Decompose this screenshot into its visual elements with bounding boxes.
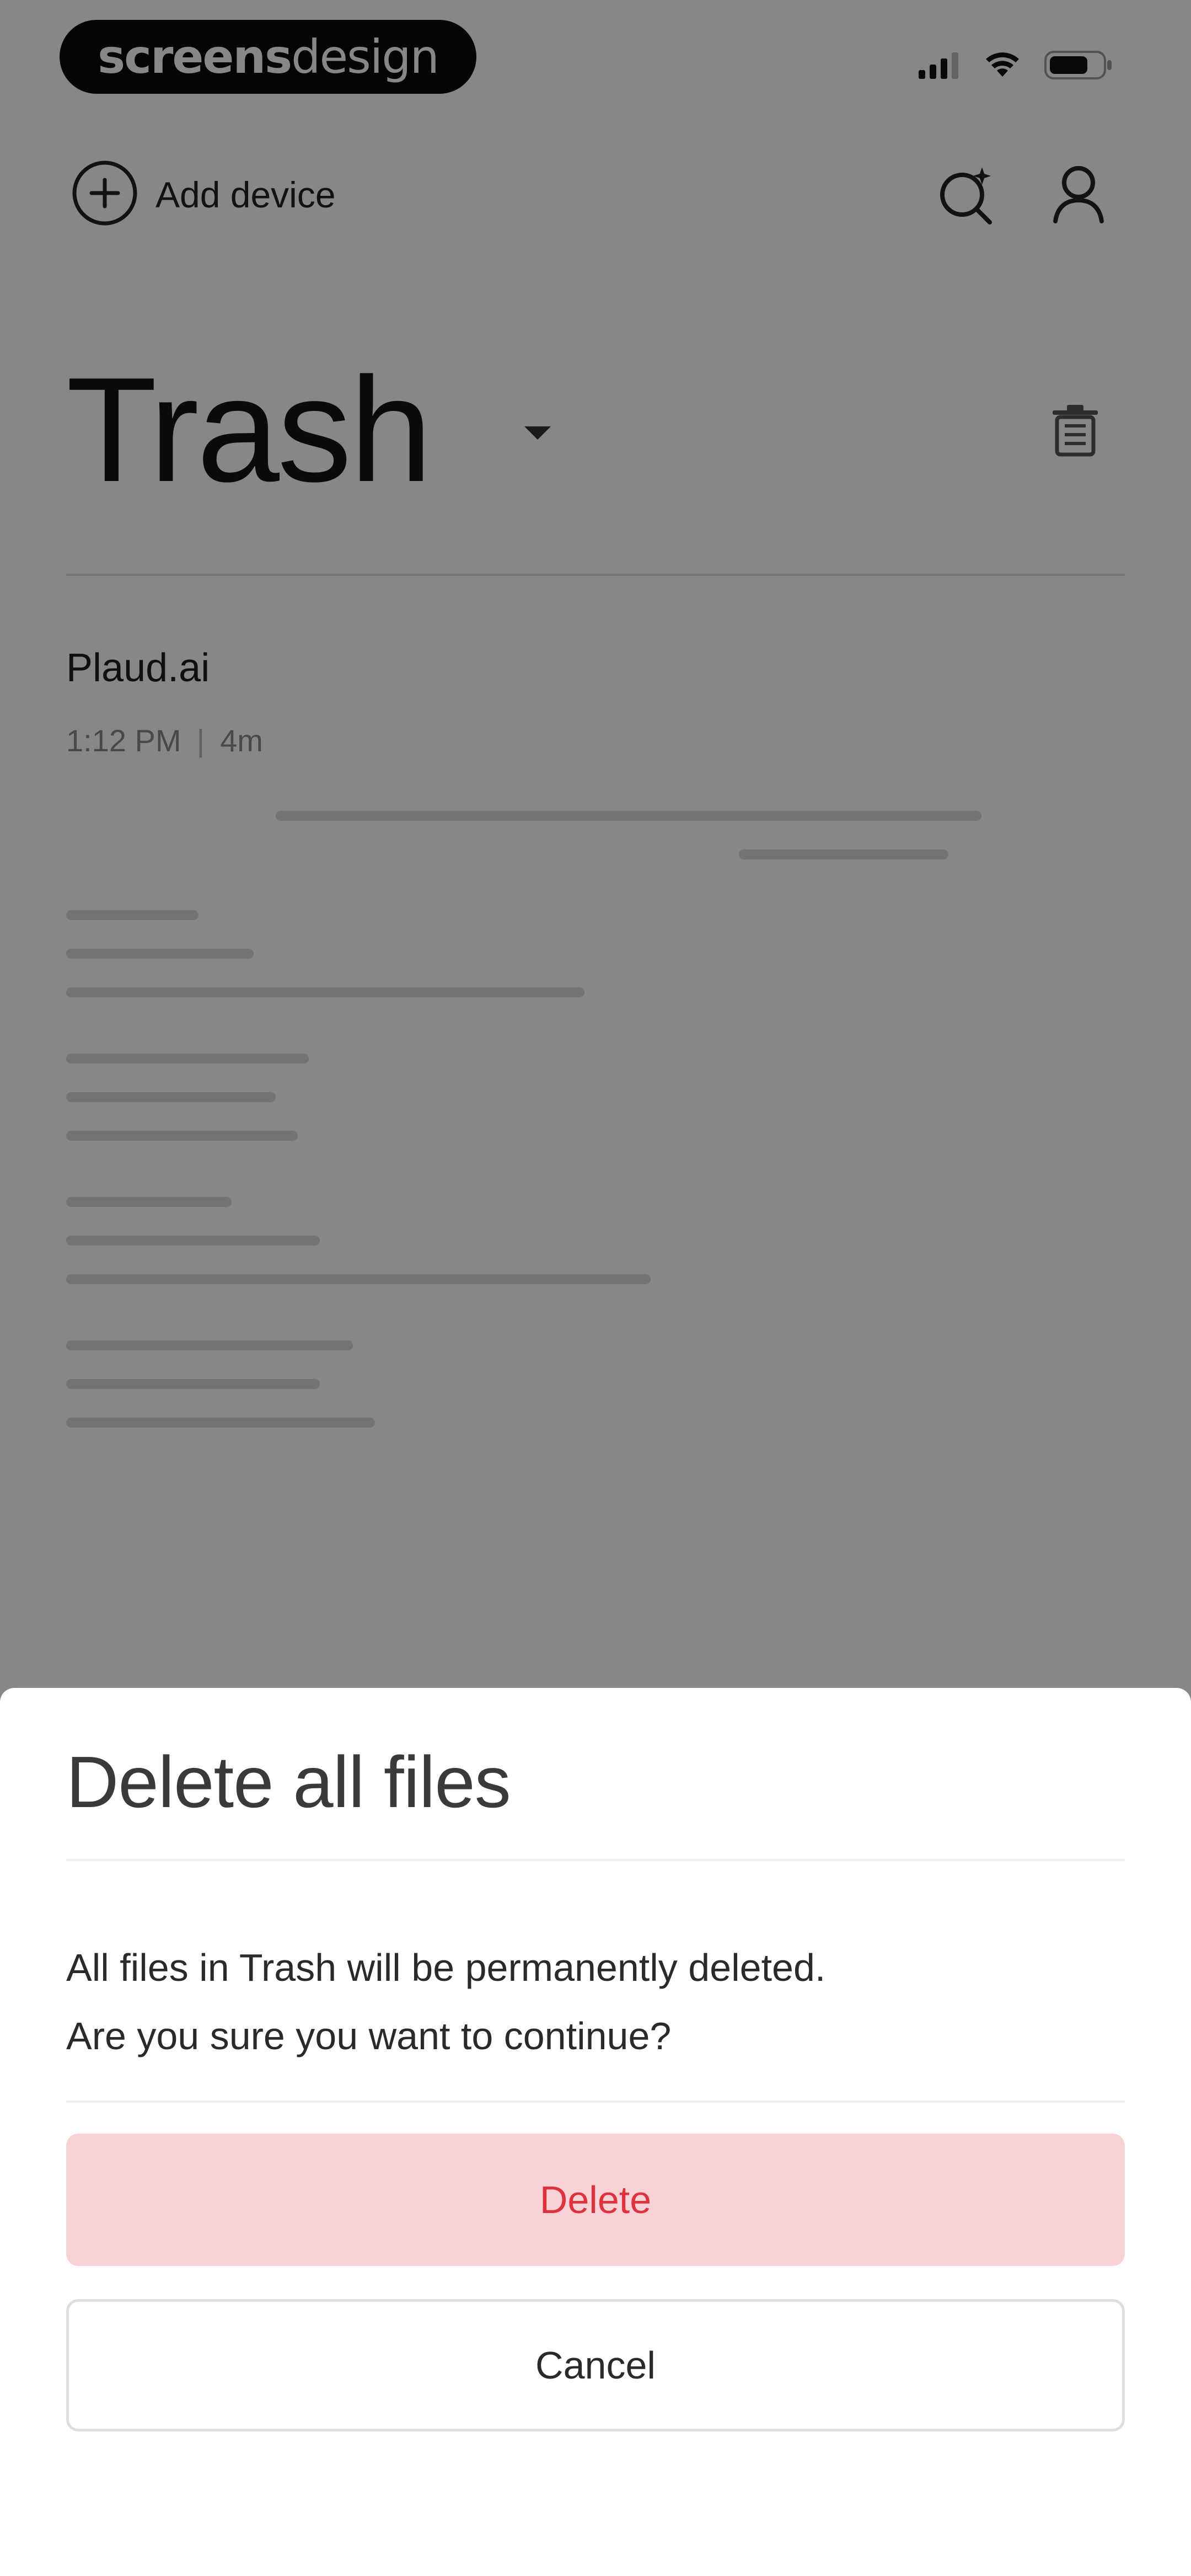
delete-dialog-sheet: Delete all files All files in Trash will… xyxy=(0,1688,1191,2576)
dialog-message-line-2: Are you sure you want to continue? xyxy=(66,2014,672,2057)
cancel-button[interactable]: Cancel xyxy=(66,2299,1125,2431)
dialog-divider-secondary xyxy=(66,2101,1125,2103)
dialog-message-line-1: All files in Trash will be permanently d… xyxy=(66,1946,826,1989)
app-screen: screens design Add device Trash Plaud.ai… xyxy=(0,0,1191,2576)
dialog-divider xyxy=(66,1859,1125,1861)
dialog-message: All files in Trash will be permanently d… xyxy=(66,1933,1125,2070)
dialog-title: Delete all files xyxy=(66,1741,511,1823)
delete-button[interactable]: Delete xyxy=(66,2134,1125,2266)
